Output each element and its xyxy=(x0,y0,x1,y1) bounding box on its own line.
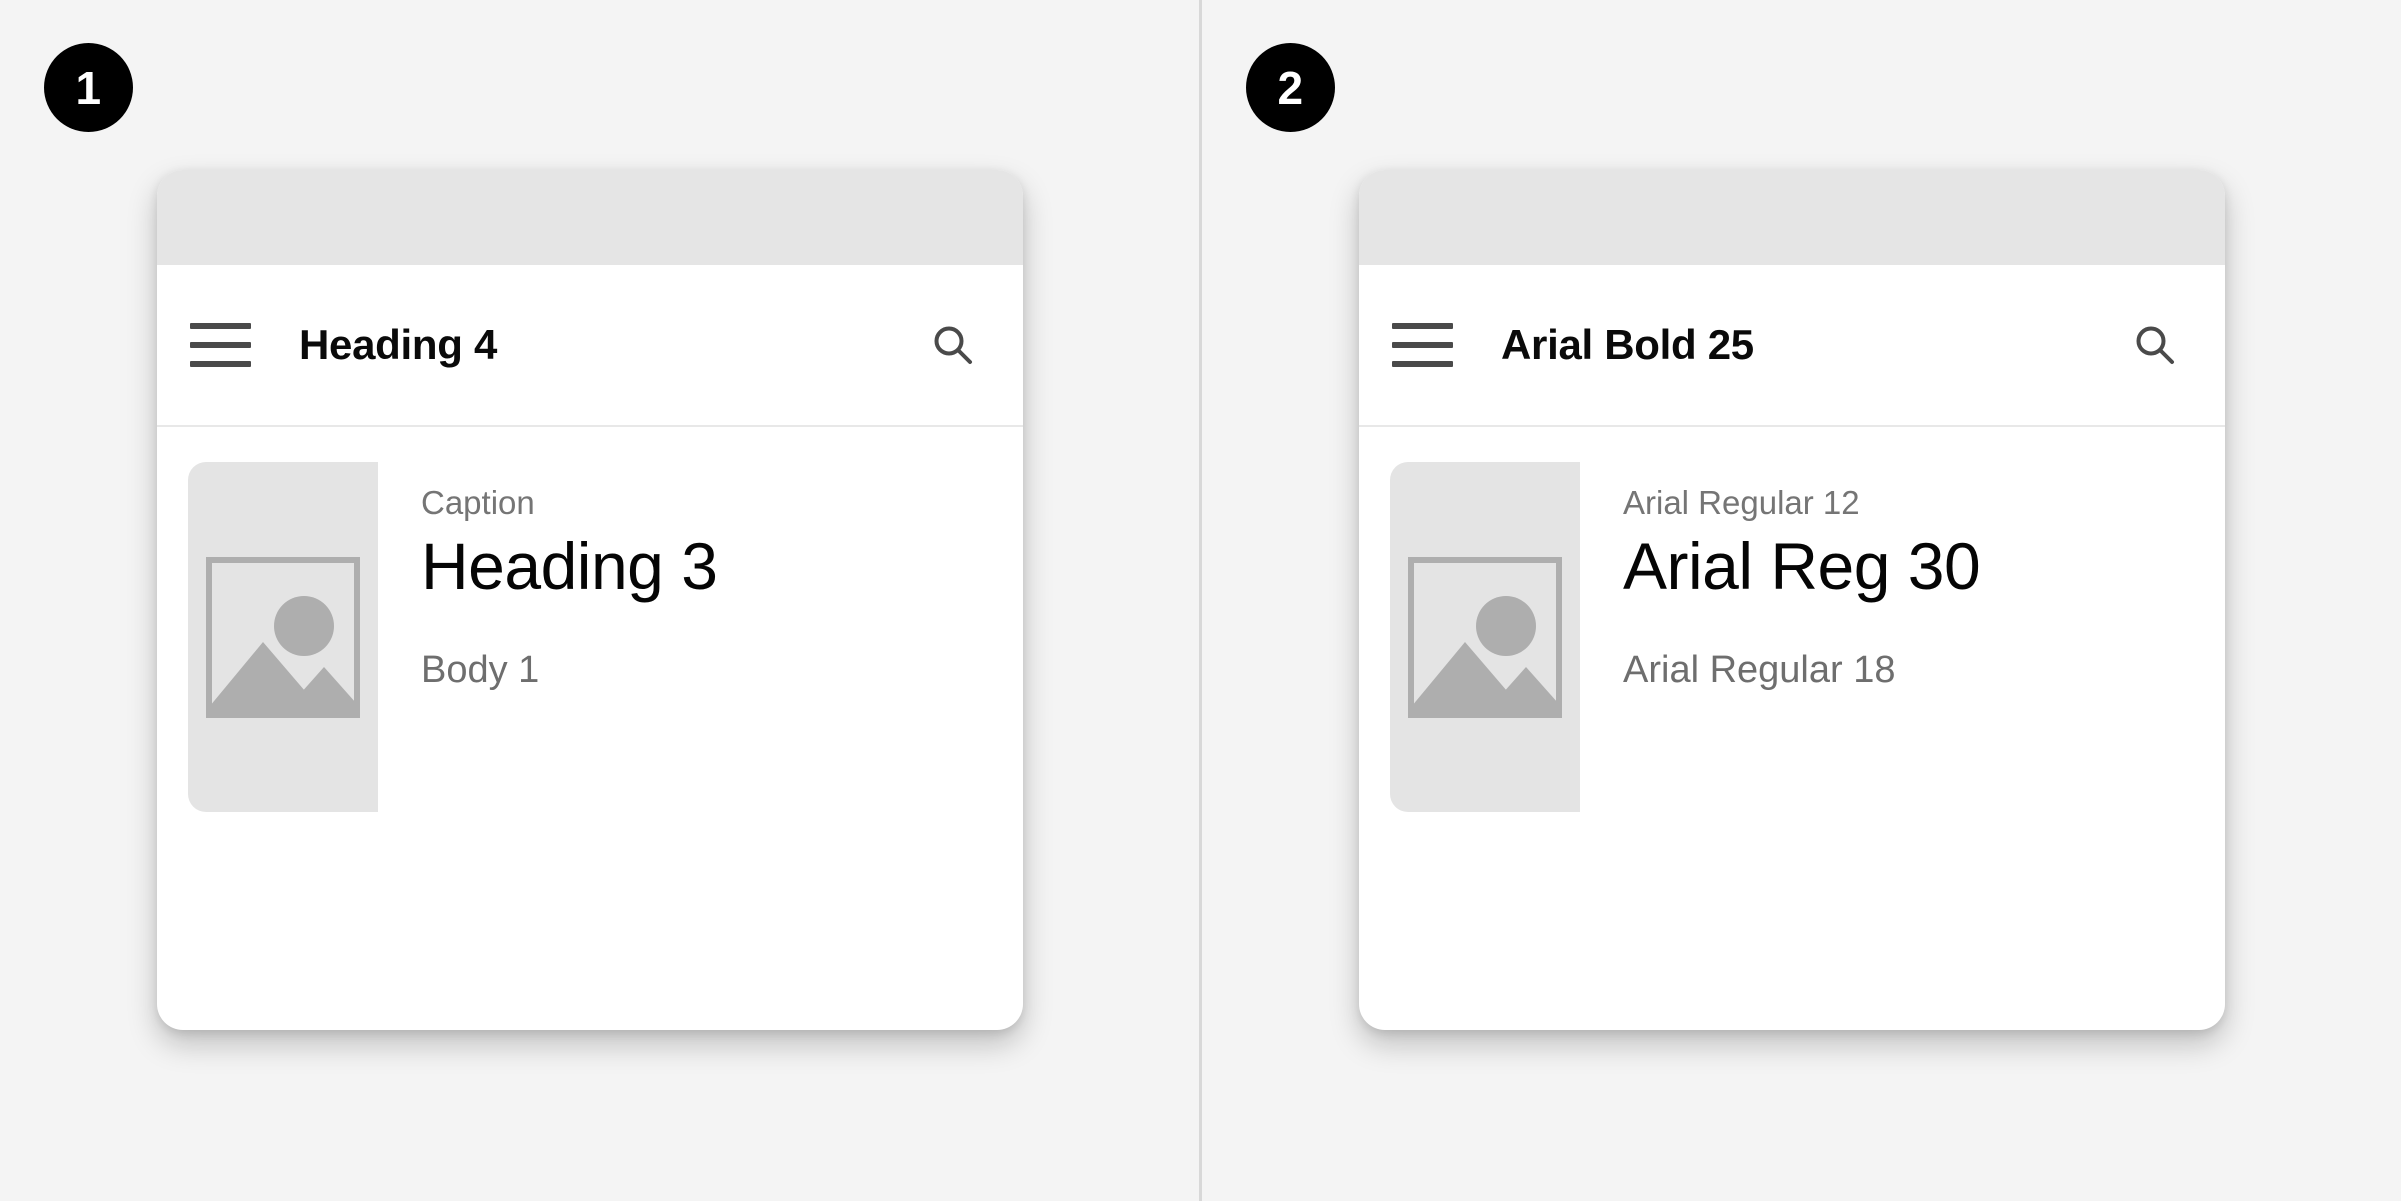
card-headline: Heading 3 xyxy=(421,528,718,603)
card-content-row: Arial Regular 12 Arial Reg 30 Arial Regu… xyxy=(1359,462,2225,812)
card-text-block: Arial Regular 12 Arial Reg 30 Arial Regu… xyxy=(1580,462,2225,812)
hamburger-menu-icon[interactable] xyxy=(1392,323,1453,367)
card-content-row: Caption Heading 3 Body 1 xyxy=(157,462,1023,812)
hamburger-menu-icon[interactable] xyxy=(190,323,251,367)
card-text-block: Caption Heading 3 Body 1 xyxy=(378,462,1023,812)
card-media-block xyxy=(1390,462,1580,812)
app-bar-title: Heading 4 xyxy=(299,321,498,368)
card-body-text: Arial Regular 18 xyxy=(1623,648,1896,691)
hamburger-bar-top xyxy=(1392,323,1453,329)
search-icon[interactable] xyxy=(931,323,975,367)
comparison-panel-2: 2 Arial Bold 25 Arial Regular 12 Arial R… xyxy=(1202,0,2401,1201)
comparison-panel-1: 1 Heading 4 Caption Heading 3 Body 1 xyxy=(0,0,1199,1201)
status-bar xyxy=(1359,170,2225,265)
app-bar: Heading 4 xyxy=(157,265,1023,427)
phone-card-2: Arial Bold 25 Arial Regular 12 Arial Reg… xyxy=(1359,170,2225,1030)
hamburger-bar-bottom xyxy=(1392,361,1453,367)
search-icon[interactable] xyxy=(2133,323,2177,367)
app-bar-title: Arial Bold 25 xyxy=(1501,321,1754,368)
panel-badge-1: 1 xyxy=(44,43,133,132)
hamburger-bar-middle xyxy=(190,342,251,348)
card-body-text: Body 1 xyxy=(421,648,540,691)
image-placeholder-icon xyxy=(1408,556,1562,718)
hamburger-bar-top xyxy=(190,323,251,329)
status-bar xyxy=(157,170,1023,265)
hamburger-bar-middle xyxy=(1392,342,1453,348)
hamburger-bar-bottom xyxy=(190,361,251,367)
card-media-block xyxy=(188,462,378,812)
card-caption: Caption xyxy=(421,484,535,521)
panel-badge-2: 2 xyxy=(1246,43,1335,132)
phone-card-1: Heading 4 Caption Heading 3 Body 1 xyxy=(157,170,1023,1030)
image-placeholder-icon xyxy=(206,556,360,718)
card-caption: Arial Regular 12 xyxy=(1623,484,1860,521)
app-bar: Arial Bold 25 xyxy=(1359,265,2225,427)
card-headline: Arial Reg 30 xyxy=(1623,528,1981,603)
